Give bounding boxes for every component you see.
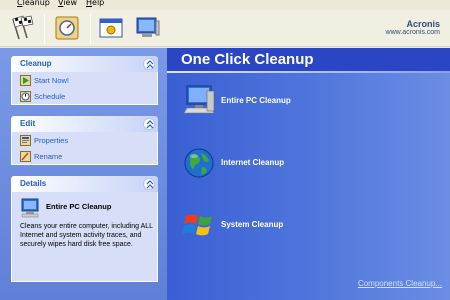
task-pane: Cleanup Start Now! Schedule Edit Propert… [0, 48, 167, 300]
task-start-now[interactable]: Start Now! [12, 72, 157, 88]
toolbar-separator [90, 14, 91, 44]
menu-cleanup[interactable]: Cleanup [17, 0, 50, 7]
collapse-chevron-icon[interactable] [143, 118, 155, 130]
properties-icon [20, 135, 31, 146]
menu-view[interactable]: View [58, 0, 77, 7]
wizard-dial-icon[interactable] [54, 15, 80, 41]
toolbar-separator [44, 14, 45, 44]
task-schedule[interactable]: Schedule [12, 88, 157, 104]
menu-view-label: iew [63, 0, 77, 7]
task-label: Properties [34, 136, 69, 145]
menu-help[interactable]: Help [86, 0, 104, 7]
task-label: Rename [34, 152, 63, 161]
details-description: Cleans your entire computer, including A… [20, 223, 153, 248]
acronis-logo: Acronis www.acronis.com [386, 19, 440, 36]
start-icon [20, 75, 31, 86]
task-label: Start Now! [34, 76, 70, 85]
action-label: System Cleanup [221, 220, 284, 229]
collapse-chevron-icon[interactable] [143, 58, 155, 70]
task-label: Schedule [34, 92, 66, 101]
task-properties[interactable]: Properties [12, 132, 157, 148]
details-group: Details Entire PC Cleanup Cleans your en… [11, 176, 158, 282]
cleanup-group-header[interactable]: Cleanup [11, 56, 158, 72]
system-cleanup-action[interactable]: System Cleanup [181, 207, 341, 243]
internet-cleanup-action[interactable]: Internet Cleanup [181, 145, 341, 181]
options-icon[interactable] [98, 15, 124, 41]
toolbar: Acronis www.acronis.com [0, 10, 450, 47]
task-rename[interactable]: Rename [12, 148, 157, 164]
edit-group-title: Edit [20, 119, 36, 128]
cleanup-group: Cleanup Start Now! Schedule [11, 56, 158, 105]
content-area: Entire PC Cleanup Internet Cleanup Syste… [167, 73, 450, 300]
computer-window-icon[interactable] [134, 15, 160, 41]
menu-help-label: elp [92, 0, 105, 7]
edit-group-header[interactable]: Edit [11, 116, 158, 132]
globe-icon [184, 148, 214, 178]
action-label: Entire PC Cleanup [221, 96, 291, 105]
action-label: Internet Cleanup [221, 158, 285, 167]
details-item-title: Entire PC Cleanup [46, 202, 112, 211]
details-group-title: Details [20, 179, 47, 188]
schedule-icon [20, 91, 31, 102]
computer-icon [183, 85, 215, 114]
windows-logo-icon [182, 214, 212, 236]
collapse-chevron-icon[interactable] [143, 178, 155, 190]
entire-pc-cleanup-action[interactable]: Entire PC Cleanup [181, 83, 341, 119]
checkered-flag-icon[interactable] [8, 15, 34, 41]
edit-group-body: Properties Rename [11, 132, 158, 165]
main-panel: One Click Cleanup Entire PC Cleanup Inte… [167, 48, 450, 300]
logo-url: www.acronis.com [385, 29, 440, 36]
logo-brand: Acronis [406, 19, 440, 29]
cleanup-group-body: Start Now! Schedule [11, 72, 158, 105]
components-cleanup-link[interactable]: Components Cleanup... [358, 279, 442, 288]
menu-bar: Cleanup View Help [0, 0, 450, 10]
edit-group: Edit Properties Rename [11, 116, 158, 165]
cleanup-group-title: Cleanup [20, 59, 52, 68]
page-title: One Click Cleanup [181, 51, 314, 68]
computer-icon [21, 198, 39, 218]
rename-icon [20, 151, 31, 162]
details-group-header[interactable]: Details [11, 176, 158, 192]
details-group-body: Entire PC Cleanup Cleans your entire com… [11, 192, 158, 282]
menu-cleanup-label: leanup [22, 0, 50, 7]
